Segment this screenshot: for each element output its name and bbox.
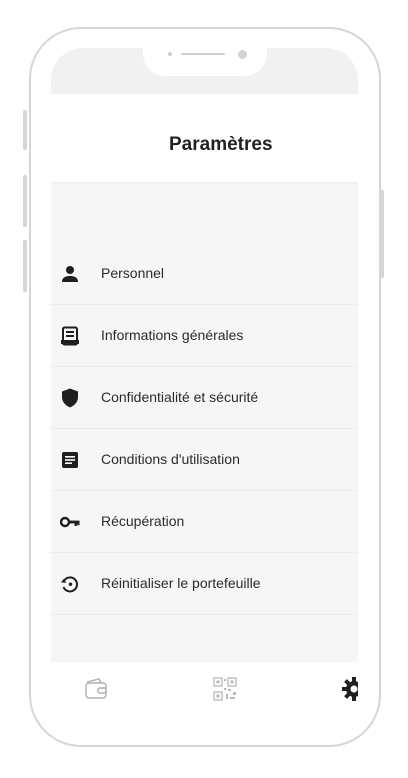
menu-item-label: Récupération [101, 513, 185, 529]
page-header: Paramètres [51, 94, 358, 182]
wallet-icon[interactable] [83, 676, 109, 702]
menu-item-reset-wallet[interactable]: Réinitialiser le portefeuille [51, 553, 358, 615]
menu-item-personnel[interactable]: Personnel [51, 243, 358, 305]
bottom-tab-bar [51, 662, 358, 713]
phone-sensor [168, 52, 172, 56]
menu-item-privacy[interactable]: Confidentialité et sécurité [51, 367, 358, 429]
menu-item-label: Informations générales [101, 327, 244, 343]
gear-icon[interactable] [341, 676, 358, 702]
app-screen: Paramètres Personnel Informations généra… [51, 48, 358, 713]
menu-item-label: Conditions d'utilisation [101, 451, 240, 467]
menu-item-informations[interactable]: Informations générales [51, 305, 358, 367]
key-icon [60, 516, 80, 528]
shield-icon [62, 388, 78, 408]
qr-code-icon[interactable] [212, 676, 238, 702]
phone-side-button [23, 175, 27, 227]
settings-menu: Personnel Informations générales Confide… [51, 243, 358, 615]
phone-speaker [181, 53, 225, 55]
phone-side-button [23, 240, 27, 292]
menu-item-label: Confidentialité et sécurité [101, 389, 259, 405]
page-title: Paramètres [169, 134, 273, 155]
menu-item-label: Personnel [101, 265, 165, 281]
document-icon [61, 326, 79, 346]
menu-item-recovery[interactable]: Récupération [51, 491, 358, 553]
phone-power-button [380, 190, 384, 278]
phone-camera [238, 50, 247, 59]
menu-item-terms[interactable]: Conditions d'utilisation [51, 429, 358, 491]
restore-icon [61, 576, 78, 593]
phone-side-button [23, 110, 27, 150]
notes-icon [62, 452, 78, 468]
menu-item-label: Réinitialiser le portefeuille [101, 575, 261, 591]
person-icon [62, 266, 78, 282]
